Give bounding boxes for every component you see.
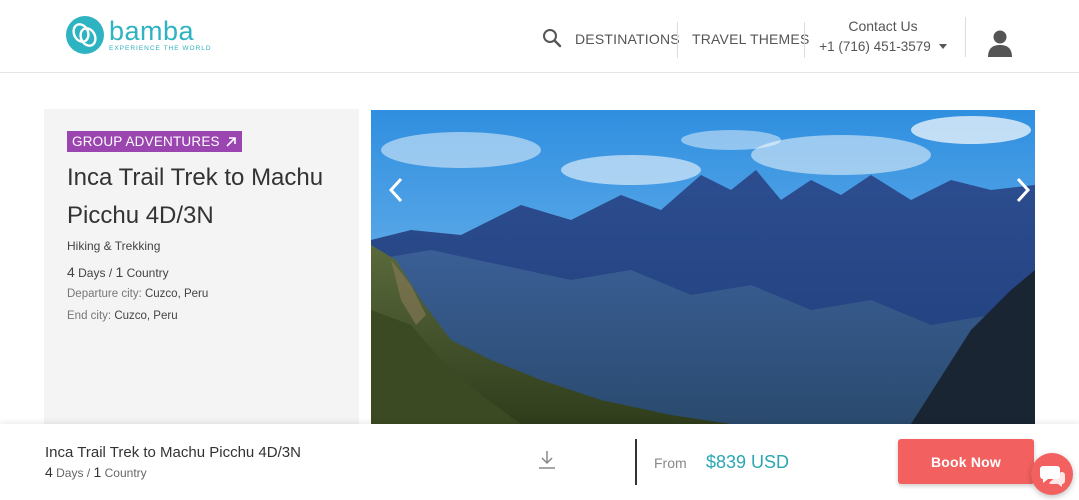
site-header: bamba EXPERIENCE THE WORLD DESTINATIONS … [0,0,1079,73]
nav-destinations[interactable]: DESTINATIONS [575,31,680,47]
chat-icon [1040,466,1065,487]
trip-title: Inca Trail Trek to Machu Picchu 4D/3N [67,164,324,229]
trip-info-panel: GROUP ADVENTURES Inca Trail Trek to Mach… [44,109,359,439]
carousel-prev-icon[interactable] [385,177,409,203]
user-icon[interactable] [987,29,1013,57]
price-from-label: From [654,455,687,471]
arrow-up-right-icon [226,136,236,147]
price-value: $839 USD [706,452,790,472]
carousel-next-icon[interactable] [1010,177,1034,203]
trip-duration: 4 Days / 1 Country [67,264,169,280]
bamba-logo-icon [66,16,104,54]
mountain-landscape-image [371,110,1035,424]
nav-travel-themes[interactable]: TRAVEL THEMES [692,31,809,47]
download-icon[interactable] [538,450,556,470]
contact-phone: +1 (716) 451-3579 [819,39,931,54]
nav-divider [677,22,678,58]
nav-divider [965,17,966,57]
logo-tagline: EXPERIENCE THE WORLD [109,44,212,52]
booking-bar-title: Inca Trail Trek to Machu Picchu 4D/3N [45,444,301,461]
logo-name: bamba [109,15,195,46]
bamba-logo[interactable]: bamba EXPERIENCE THE WORLD [66,16,212,54]
nav-divider [804,22,805,58]
end-city: End city: Cuzco, Peru [67,310,178,322]
booking-bar-duration: 4 Days / 1 Country [45,464,147,480]
chat-button[interactable] [1031,453,1073,495]
search-icon[interactable] [542,28,562,48]
departure-city: Departure city: Cuzco, Peru [67,288,209,300]
trip-theme: Hiking & Trekking [67,239,161,253]
chevron-down-icon [938,44,947,49]
group-adventures-badge[interactable]: GROUP ADVENTURES [67,131,242,152]
contact-us-dropdown[interactable]: Contact Us +1 (716) 451-3579 [818,18,948,54]
trip-photo-carousel[interactable] [371,110,1035,424]
book-now-button[interactable]: Book Now [898,439,1034,484]
booking-bar: Inca Trail Trek to Machu Picchu 4D/3N 4 … [0,424,1079,500]
booking-bar-divider [635,439,637,485]
badge-label: GROUP ADVENTURES [72,134,220,149]
contact-title: Contact Us [848,18,918,34]
